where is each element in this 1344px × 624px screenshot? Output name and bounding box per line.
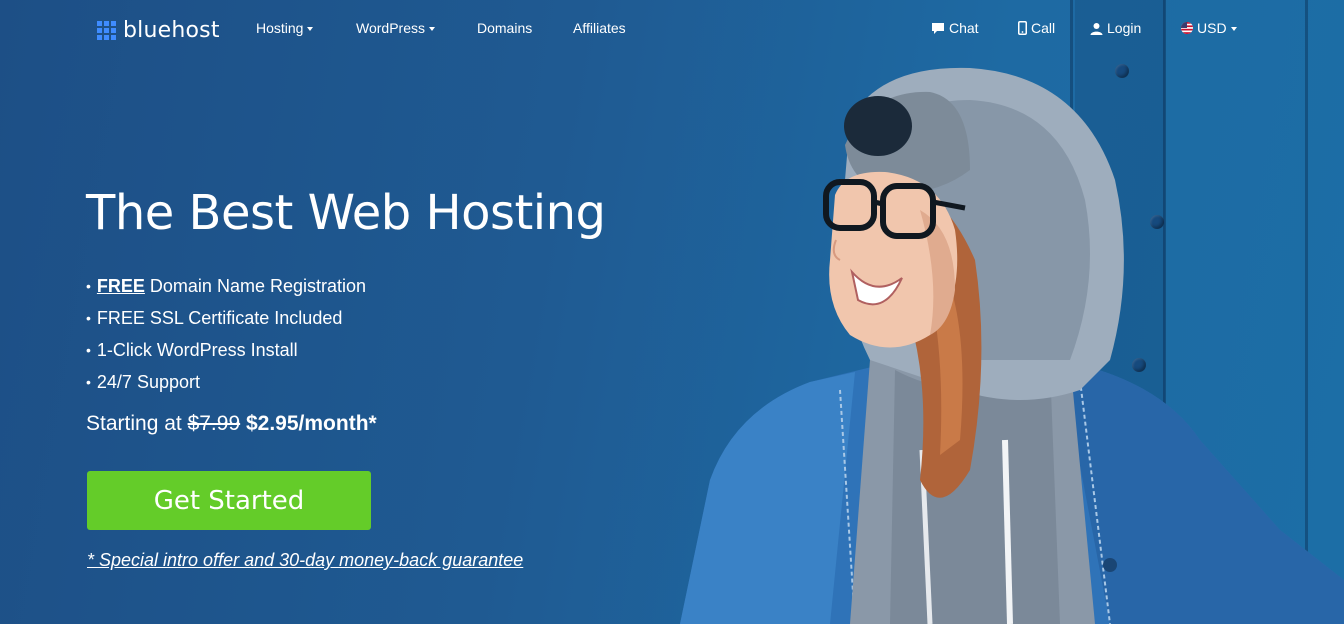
bluehost-logo[interactable]: bluehost	[97, 18, 220, 43]
logo-text: bluehost	[123, 18, 220, 43]
bullet-icon: •	[86, 374, 91, 390]
nav-login[interactable]: Login	[1090, 20, 1141, 36]
feature-text: Domain Name Registration	[149, 276, 367, 296]
feature-text: 1-Click WordPress Install	[96, 340, 298, 360]
bullet-icon: •	[86, 278, 91, 294]
pricing-line: Starting at $7.99 $2.95/month*	[86, 412, 377, 436]
nav-domains[interactable]: Domains	[477, 20, 532, 36]
nav-login-label: Login	[1107, 20, 1142, 36]
nav-affiliates-label: Affiliates	[573, 20, 626, 36]
get-started-button[interactable]: Get Started	[87, 471, 371, 530]
new-price: $2.95/month*	[245, 412, 377, 435]
offer-disclaimer-link[interactable]: * Special intro offer and 30-day money-b…	[87, 550, 523, 571]
currency-selector[interactable]: USD	[1181, 20, 1237, 36]
nav-hosting-label: Hosting	[256, 20, 304, 36]
nav-hosting[interactable]: Hosting	[256, 20, 314, 36]
nav-chat-label: Chat	[949, 20, 979, 36]
nav-domains-label: Domains	[477, 20, 533, 36]
nav-affiliates[interactable]: Affiliates	[573, 20, 626, 36]
chat-bubble-icon	[931, 22, 945, 35]
bullet-icon: •	[86, 310, 91, 326]
smiling-woman-photo	[680, 67, 1344, 624]
hero-headline: The Best Web Hosting	[86, 185, 606, 241]
feature-item: • 24/7 Support	[86, 370, 366, 402]
feature-text: FREE SSL Certificate Included	[96, 308, 343, 328]
nav-wordpress-label: WordPress	[356, 20, 425, 36]
currency-label: USD	[1197, 20, 1227, 36]
nav-call-label: Call	[1031, 20, 1056, 36]
nav-call[interactable]: Call	[1018, 20, 1055, 36]
nav-chat[interactable]: Chat	[931, 20, 979, 36]
feature-list: • FREE Domain Name Registration • FREE S…	[86, 274, 366, 402]
nav-wordpress[interactable]: WordPress	[356, 20, 435, 36]
top-navbar: bluehost Hosting WordPress Domains Affil…	[0, 0, 1344, 60]
caret-down-icon	[428, 27, 435, 31]
feature-item: • FREE SSL Certificate Included	[86, 306, 366, 338]
feature-item: • FREE Domain Name Registration	[86, 274, 366, 306]
user-icon	[1090, 22, 1103, 35]
feature-text: 24/7 Support	[96, 372, 200, 392]
feature-item: • 1-Click WordPress Install	[86, 338, 366, 370]
us-flag-icon	[1181, 22, 1193, 34]
logo-grid-icon	[97, 21, 116, 40]
feature-free-highlight: FREE	[96, 276, 145, 296]
old-price: $7.99	[187, 412, 241, 435]
phone-icon	[1018, 21, 1027, 35]
bullet-icon: •	[86, 342, 91, 358]
hero-section: bluehost Hosting WordPress Domains Affil…	[0, 0, 1344, 624]
caret-down-icon	[307, 27, 314, 31]
pricing-prefix: Starting at	[86, 412, 182, 435]
caret-down-icon	[1230, 27, 1237, 31]
